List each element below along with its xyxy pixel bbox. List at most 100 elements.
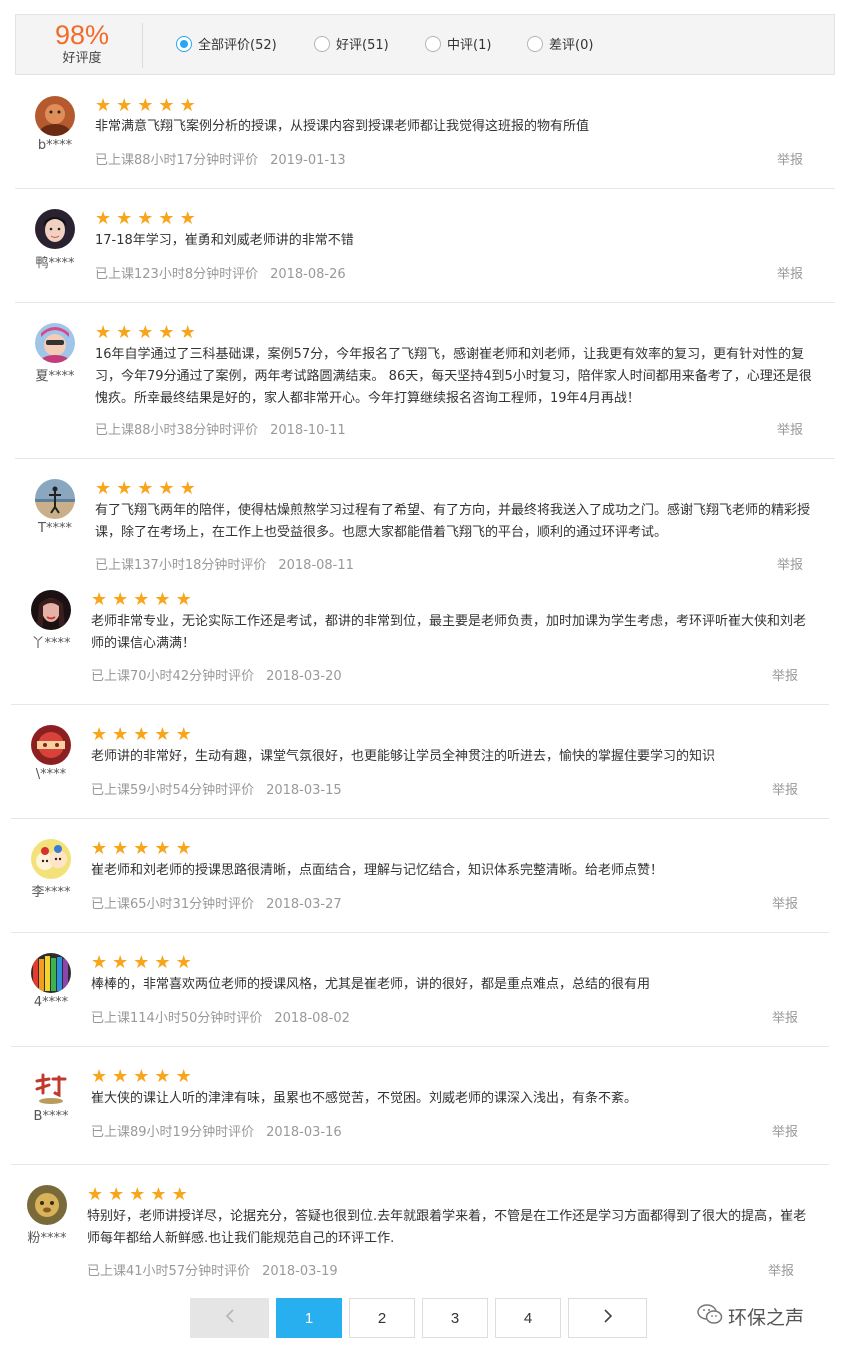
star-icon: ★ <box>112 952 129 973</box>
prev-page-button[interactable] <box>190 1298 269 1338</box>
study-duration: 已上课123小时8分钟时评价 <box>95 267 259 282</box>
avatar[interactable] <box>31 1067 71 1107</box>
star-icon: ★ <box>91 838 108 859</box>
avatar[interactable] <box>35 323 75 363</box>
report-link[interactable]: 举报 <box>772 1007 798 1026</box>
star-icon: ★ <box>175 724 192 745</box>
star-icon: ★ <box>158 95 175 116</box>
username: 李**** <box>31 885 71 900</box>
star-rating: ★ ★ ★ ★ ★ <box>95 95 201 116</box>
study-duration: 已上课59小时54分钟时评价 <box>91 783 255 798</box>
page-button[interactable]: 3 <box>422 1298 488 1338</box>
filter-all-label: 全部评价(52) <box>198 38 277 53</box>
review-meta: 已上课89小时19分钟时评价 2018-03-16 <box>91 1121 342 1140</box>
report-link[interactable]: 举报 <box>772 665 798 684</box>
star-icon: ★ <box>116 478 133 499</box>
star-icon: ★ <box>112 724 129 745</box>
summary-divider <box>142 23 143 68</box>
review-item: 鸭**** ★ ★ ★ ★ ★ 17-18年学习，崔勇和刘威老师讲的非常不错 已上课12… <box>15 189 835 303</box>
star-icon: ★ <box>116 208 133 229</box>
star-icon: ★ <box>154 952 171 973</box>
star-icon: ★ <box>179 478 196 499</box>
review-meta: 已上课123小时8分钟时评价 2018-08-26 <box>95 263 346 282</box>
review-item: 李**** ★ ★ ★ ★ ★ 崔老师和刘老师的授课思路很清晰，点面结合，理解与记忆结合… <box>11 819 829 933</box>
watermark-text: 环保之声 <box>728 1307 805 1329</box>
pagination: 1 2 3 4 <box>190 1298 654 1340</box>
positive-rate: 98% 好评度 <box>46 21 118 68</box>
star-icon: ★ <box>108 1184 125 1205</box>
star-icon: ★ <box>116 95 133 116</box>
review-meta: 已上课114小时50分钟时评价 2018-08-02 <box>91 1007 350 1026</box>
star-icon: ★ <box>95 322 112 343</box>
study-duration: 已上课89小时19分钟时评价 <box>91 1125 255 1140</box>
filter-positive-label: 好评(51) <box>336 38 389 53</box>
wechat-icon <box>697 1303 723 1330</box>
report-link[interactable]: 举报 <box>768 1260 794 1279</box>
avatar[interactable] <box>35 479 75 519</box>
star-rating: ★ ★ ★ ★ ★ <box>91 589 197 610</box>
star-icon: ★ <box>95 208 112 229</box>
review-date: 2018-03-16 <box>266 1125 342 1140</box>
review-item: \**** ★ ★ ★ ★ ★ 老师讲的非常好，生动有趣，课堂气氛很好，也更能够让学员全… <box>11 705 829 819</box>
star-icon: ★ <box>112 589 129 610</box>
review-meta: 已上课59小时54分钟时评价 2018-03-15 <box>91 779 342 798</box>
report-link[interactable]: 举报 <box>777 149 803 168</box>
avatar[interactable] <box>27 1185 67 1225</box>
study-duration: 已上课88小时17分钟时评价 <box>95 153 259 168</box>
rating-summary-bar: 98% 好评度 全部评价(52) 好评(51) 中评(1) 差评(0) <box>15 14 835 75</box>
study-duration: 已上课137小时18分钟时评价 <box>95 558 267 573</box>
review-text: 非常满意飞翔飞案例分析的授课，从授课内容到授课老师都让我觉得这班报的物有所值 <box>95 119 590 134</box>
radio-icon[interactable] <box>314 35 330 52</box>
star-icon: ★ <box>171 1184 188 1205</box>
filter-positive[interactable]: 好评(51) <box>314 34 389 53</box>
review-date: 2018-10-11 <box>270 423 346 438</box>
study-duration: 已上课41小时57分钟时评价 <box>87 1264 251 1279</box>
filter-negative-label: 差评(0) <box>549 38 594 53</box>
report-link[interactable]: 举报 <box>772 893 798 912</box>
star-icon: ★ <box>158 208 175 229</box>
review-meta: 已上课70小时42分钟时评价 2018-03-20 <box>91 665 342 684</box>
review-text: 16年自学通过了三科基础课，案例57分，今年报名了飞翔飞，感谢崔老师和刘老师，让… <box>95 347 812 406</box>
avatar[interactable] <box>31 590 71 630</box>
star-icon: ★ <box>158 322 175 343</box>
avatar[interactable] <box>31 839 71 879</box>
next-page-button[interactable] <box>568 1298 647 1338</box>
study-duration: 已上课65小时31分钟时评价 <box>91 897 255 912</box>
report-link[interactable]: 举报 <box>777 263 803 282</box>
username: 夏**** <box>35 369 75 384</box>
star-rating: ★ ★ ★ ★ ★ <box>95 208 201 229</box>
star-icon: ★ <box>179 95 196 116</box>
star-rating: ★ ★ ★ ★ ★ <box>91 724 197 745</box>
avatar[interactable] <box>31 725 71 765</box>
filter-all[interactable]: 全部评价(52) <box>176 34 277 53</box>
star-icon: ★ <box>137 95 154 116</box>
review-item: 粉**** ★ ★ ★ ★ ★ 特别好，老师讲授详尽，论据充分，答疑也很到位.去年就跟着… <box>7 1165 827 1290</box>
radio-icon[interactable] <box>176 35 192 52</box>
report-link[interactable]: 举报 <box>777 419 803 438</box>
page-button[interactable]: 2 <box>349 1298 415 1338</box>
avatar[interactable] <box>35 96 75 136</box>
review-date: 2019-01-13 <box>270 153 346 168</box>
avatar[interactable] <box>35 209 75 249</box>
review-date: 2018-03-19 <box>262 1264 338 1279</box>
star-icon: ★ <box>95 478 112 499</box>
star-icon: ★ <box>133 1066 150 1087</box>
radio-icon[interactable] <box>527 35 543 52</box>
filter-negative[interactable]: 差评(0) <box>527 34 593 53</box>
star-icon: ★ <box>175 589 192 610</box>
study-duration: 已上课88小时38分钟时评价 <box>95 423 259 438</box>
radio-icon[interactable] <box>425 35 441 52</box>
star-icon: ★ <box>179 322 196 343</box>
page-button[interactable]: 4 <box>495 1298 561 1338</box>
review-text: 棒棒的，非常喜欢两位老师的授课风格，尤其是崔老师，讲的很好，都是重点难点，总结的… <box>91 977 651 992</box>
page-button[interactable]: 1 <box>276 1298 342 1338</box>
avatar[interactable] <box>31 953 71 993</box>
review-date: 2018-03-15 <box>266 783 342 798</box>
review-item: b**** ★ ★ ★ ★ ★ 非常满意飞翔飞案例分析的授课，从授课内容到授课老师都让我… <box>15 76 835 189</box>
report-link[interactable]: 举报 <box>777 554 803 573</box>
review-date: 2018-08-26 <box>270 267 346 282</box>
filter-neutral[interactable]: 中评(1) <box>425 34 491 53</box>
report-link[interactable]: 举报 <box>772 1121 798 1140</box>
review-meta: 已上课41小时57分钟时评价 2018-03-19 <box>87 1260 338 1279</box>
report-link[interactable]: 举报 <box>772 779 798 798</box>
